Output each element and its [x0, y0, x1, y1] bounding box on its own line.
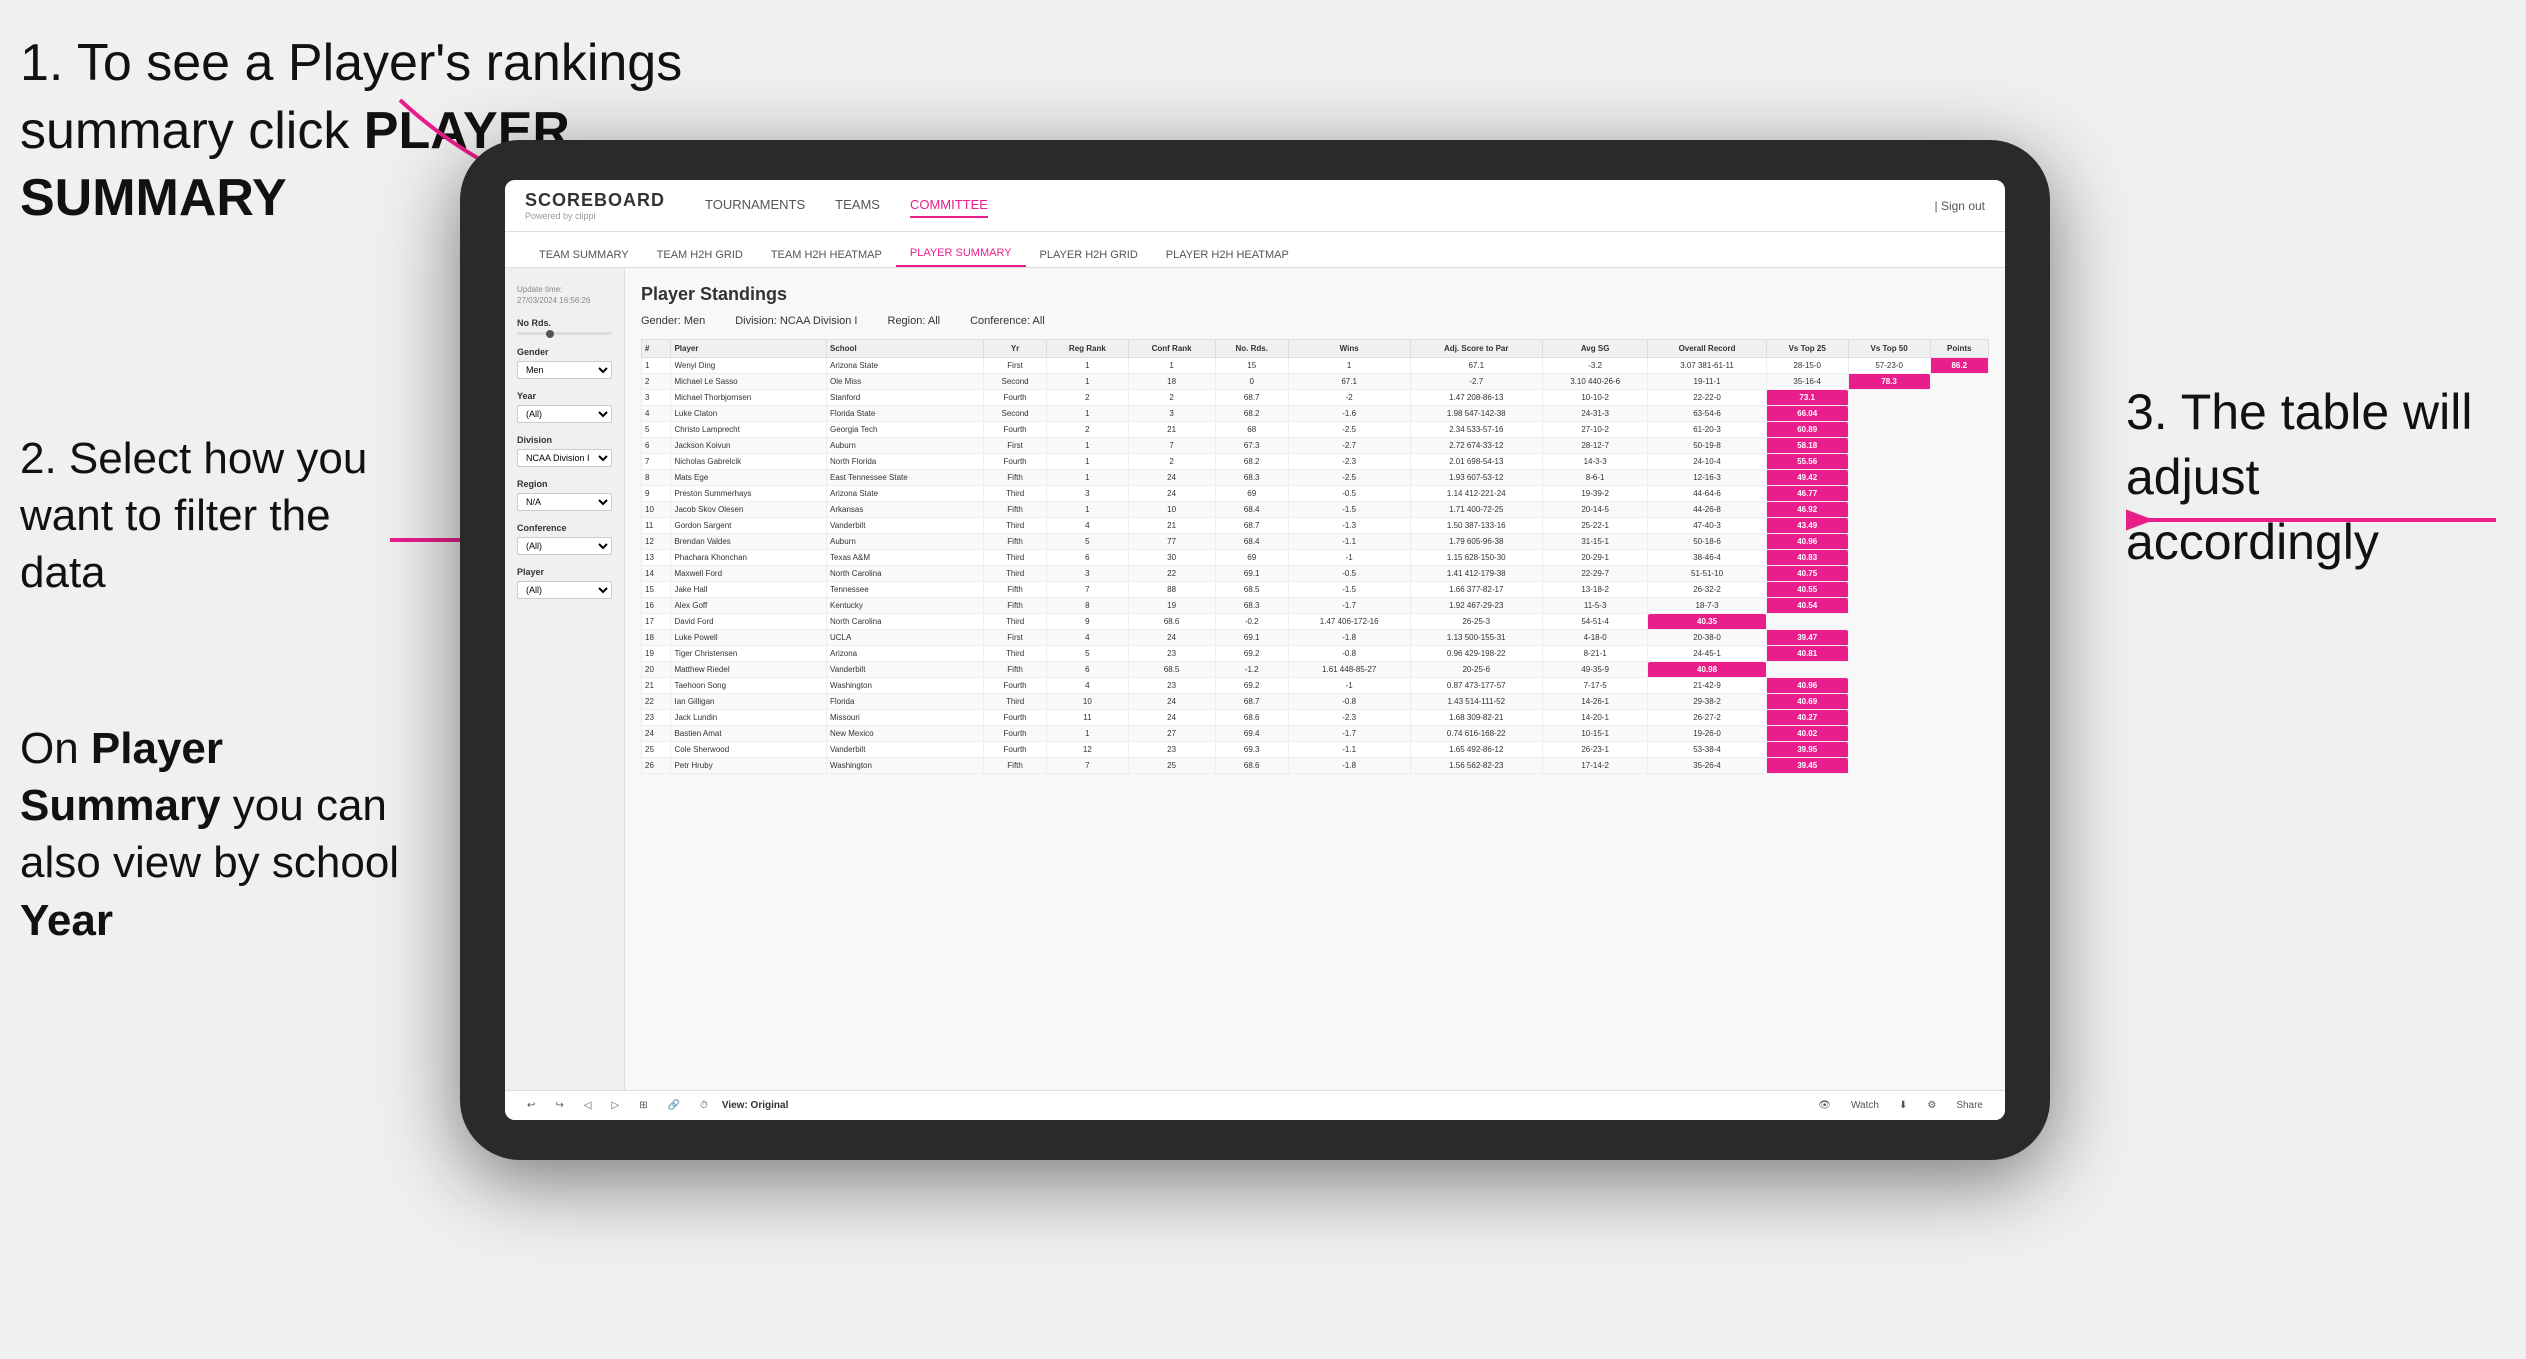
- table-row: 20Matthew RiedelVanderbiltFifth668.5-1.2…: [642, 662, 1989, 678]
- table-row: 16Alex GoffKentuckyFifth81968.3-1.71.92 …: [642, 598, 1989, 614]
- subnav-team-h2h-heatmap[interactable]: TEAM H2H HEATMAP: [757, 243, 896, 267]
- conference-section: Conference (All): [517, 523, 612, 555]
- redo-btn[interactable]: ↪: [549, 1098, 569, 1113]
- table-row: 6Jackson KoivunAuburnFirst1767.3-2.72.72…: [642, 438, 1989, 454]
- update-time: Update time: 27/03/2024 16:56:26: [517, 284, 612, 306]
- col-vs-top25: Vs Top 25: [1766, 340, 1848, 358]
- table-row: 21Taehoon SongWashingtonFourth42369.2-10…: [642, 678, 1989, 694]
- player-section: Player (All): [517, 567, 612, 599]
- year-select[interactable]: (All): [517, 405, 612, 423]
- eye-icon: 👁: [1812, 1098, 1837, 1113]
- col-vs-top50: Vs Top 50: [1848, 340, 1930, 358]
- region-select[interactable]: N/A: [517, 493, 612, 511]
- table-row: 5Christo LamprechtGeorgia TechFourth2216…: [642, 422, 1989, 438]
- sidebar: Update time: 27/03/2024 16:56:26 No Rds.…: [505, 268, 625, 1090]
- subnav-team-summary[interactable]: TEAM SUMMARY: [525, 243, 643, 267]
- nav-tournaments[interactable]: TOURNAMENTS: [705, 193, 805, 218]
- nav-sign-out[interactable]: | Sign out: [1935, 199, 1985, 213]
- watch-btn[interactable]: Watch: [1845, 1098, 1885, 1113]
- table-row: 9Preston SummerhaysArizona StateThird324…: [642, 486, 1989, 502]
- view-label: View: Original: [722, 1100, 789, 1111]
- table-row: 10Jacob Skov OlesenArkansasFifth11068.4-…: [642, 502, 1989, 518]
- nav-items: TOURNAMENTS TEAMS COMMITTEE: [705, 193, 1935, 218]
- table-row: 7Nicholas GabrelcikNorth FloridaFourth12…: [642, 454, 1989, 470]
- col-avg-sg: Avg SG: [1542, 340, 1647, 358]
- col-points: Points: [1930, 340, 1988, 358]
- link-btn[interactable]: 🔗: [662, 1098, 686, 1113]
- undo-btn[interactable]: ↩: [521, 1098, 541, 1113]
- filter-row: Gender: Men Division: NCAA Division I Re…: [641, 315, 1989, 327]
- region-section: Region N/A: [517, 479, 612, 511]
- table-row: 4Luke ClatonFlorida StateSecond1368.2-1.…: [642, 406, 1989, 422]
- annotation-step3: 3. The table will adjust accordingly: [2126, 380, 2506, 575]
- clock-btn[interactable]: ⏱: [694, 1098, 714, 1113]
- bottom-toolbar: ↩ ↪ ◁ ▷ ⊞ 🔗 ⏱ View: Original 👁 Watch ⬇ ⚙…: [505, 1090, 2005, 1120]
- logo-subtitle: Powered by clippi: [525, 211, 665, 221]
- table-row: 2Michael Le SassoOle MissSecond118067.1-…: [642, 374, 1989, 390]
- table-row: 26Petr HrubyWashingtonFifth72568.6-1.81.…: [642, 758, 1989, 774]
- col-wins: Wins: [1288, 340, 1410, 358]
- col-rank: #: [642, 340, 671, 358]
- table-row: 1Wenyi DingArizona StateFirst1115167.1-3…: [642, 358, 1989, 374]
- main-content: Update time: 27/03/2024 16:56:26 No Rds.…: [505, 268, 2005, 1090]
- annotation-step2-body: On Player Summary you can also view by s…: [20, 720, 420, 949]
- table-row: 8Mats EgeEast Tennessee StateFifth12468.…: [642, 470, 1989, 486]
- col-player: Player: [671, 340, 827, 358]
- table-row: 11Gordon SargentVanderbiltThird42168.7-1…: [642, 518, 1989, 534]
- nav-committee[interactable]: COMMITTEE: [910, 193, 988, 218]
- table-row: 14Maxwell FordNorth CarolinaThird32269.1…: [642, 566, 1989, 582]
- table-row: 18Luke PowellUCLAFirst42469.1-1.81.13 50…: [642, 630, 1989, 646]
- logo-title: SCOREBOARD: [525, 190, 665, 211]
- table-row: 25Cole SherwoodVanderbiltFourth122369.3-…: [642, 742, 1989, 758]
- table-row: 24Bastien AmatNew MexicoFourth12769.4-1.…: [642, 726, 1989, 742]
- col-no-rds: No. Rds.: [1215, 340, 1288, 358]
- gender-section: Gender Men: [517, 347, 612, 379]
- table-row: 12Brendan ValdesAuburnFifth57768.4-1.11.…: [642, 534, 1989, 550]
- standings-table: # Player School Yr Reg Rank Conf Rank No…: [641, 339, 1989, 774]
- col-overall: Overall Record: [1648, 340, 1766, 358]
- table-row: 15Jake HallTennesseeFifth78868.5-1.51.66…: [642, 582, 1989, 598]
- table-row: 19Tiger ChristensenArizonaThird52369.2-0…: [642, 646, 1989, 662]
- conference-select[interactable]: (All): [517, 537, 612, 555]
- no-rds-section: No Rds.: [517, 318, 612, 335]
- annotation-step2: 2. Select how you want to filter the dat…: [20, 430, 400, 602]
- table-title: Player Standings: [641, 284, 1989, 305]
- tablet: SCOREBOARD Powered by clippi TOURNAMENTS…: [460, 140, 2050, 1160]
- sub-nav: TEAM SUMMARY TEAM H2H GRID TEAM H2H HEAT…: [505, 232, 2005, 268]
- year-section: Year (All): [517, 391, 612, 423]
- subnav-team-h2h-grid[interactable]: TEAM H2H GRID: [643, 243, 757, 267]
- grid-btn[interactable]: ⊞: [633, 1098, 653, 1113]
- table-row: 13Phachara KhonchanTexas A&MThird63069-1…: [642, 550, 1989, 566]
- nav-teams[interactable]: TEAMS: [835, 193, 880, 218]
- nav-right: | Sign out: [1935, 199, 1985, 213]
- subnav-player-h2h-grid[interactable]: PLAYER H2H GRID: [1026, 243, 1152, 267]
- table-row: 22Ian GilliganFloridaThird102468.7-0.81.…: [642, 694, 1989, 710]
- table-area: Player Standings Gender: Men Division: N…: [625, 268, 2005, 1090]
- col-conf-rank: Conf Rank: [1128, 340, 1215, 358]
- nav-bar: SCOREBOARD Powered by clippi TOURNAMENTS…: [505, 180, 2005, 232]
- logo-area: SCOREBOARD Powered by clippi: [525, 190, 665, 221]
- back-btn[interactable]: ◁: [578, 1098, 598, 1113]
- settings-btn[interactable]: ⚙: [1921, 1098, 1942, 1113]
- col-adj-score: Adj. Score to Par: [1410, 340, 1542, 358]
- col-reg-rank: Reg Rank: [1047, 340, 1128, 358]
- gender-select[interactable]: Men: [517, 361, 612, 379]
- forward-btn[interactable]: ▷: [605, 1098, 625, 1113]
- division-select[interactable]: NCAA Division I: [517, 449, 612, 467]
- col-school: School: [827, 340, 984, 358]
- player-select[interactable]: (All): [517, 581, 612, 599]
- table-row: 17David FordNorth CarolinaThird968.6-0.2…: [642, 614, 1989, 630]
- division-section: Division NCAA Division I: [517, 435, 612, 467]
- table-row: 3Michael ThorbjornsenStanfordFourth2268.…: [642, 390, 1989, 406]
- tablet-screen: SCOREBOARD Powered by clippi TOURNAMENTS…: [505, 180, 2005, 1120]
- table-row: 23Jack LundinMissouriFourth112468.6-2.31…: [642, 710, 1989, 726]
- share-btn[interactable]: Share: [1950, 1098, 1989, 1113]
- col-yr: Yr: [983, 340, 1046, 358]
- subnav-player-h2h-heatmap[interactable]: PLAYER H2H HEATMAP: [1152, 243, 1303, 267]
- export-btn[interactable]: ⬇: [1893, 1098, 1913, 1113]
- subnav-player-summary[interactable]: PLAYER SUMMARY: [896, 241, 1026, 267]
